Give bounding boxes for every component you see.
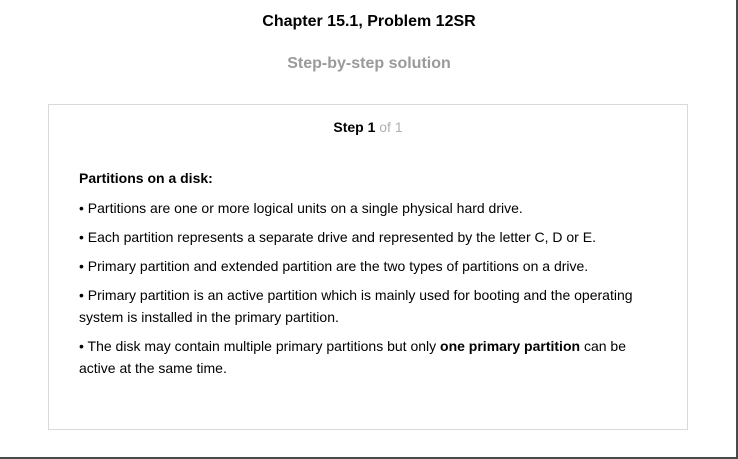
bullet-item: • Primary partition is an active partiti… [79, 287, 633, 325]
section-heading: Partitions on a disk: [79, 170, 213, 186]
solution-card: Step 1 of 1 Partitions on a disk: • Part… [48, 104, 688, 430]
bullet-item: • Each partition represents a separate d… [79, 229, 596, 245]
bullet-item: • Primary partition and extended partiti… [79, 258, 589, 274]
step-count: of 1 [379, 119, 403, 135]
bullet-item: • The disk may contain multiple primary … [79, 335, 659, 379]
bullet-text-start: • The disk may contain multiple primary … [79, 338, 441, 354]
chapter-title: Chapter 15.1, Problem 12SR [262, 13, 476, 30]
step-label: Step 1 [333, 119, 376, 135]
step-header: Step 1 of 1 [49, 119, 687, 135]
bullet-item: • Partitions are one or more logical uni… [79, 200, 523, 216]
solution-subtitle: Step-by-step solution [287, 55, 451, 72]
solution-content: Partitions on a disk: • Partitions are o… [79, 167, 659, 386]
emphasis-text: one primary partition [440, 338, 581, 354]
